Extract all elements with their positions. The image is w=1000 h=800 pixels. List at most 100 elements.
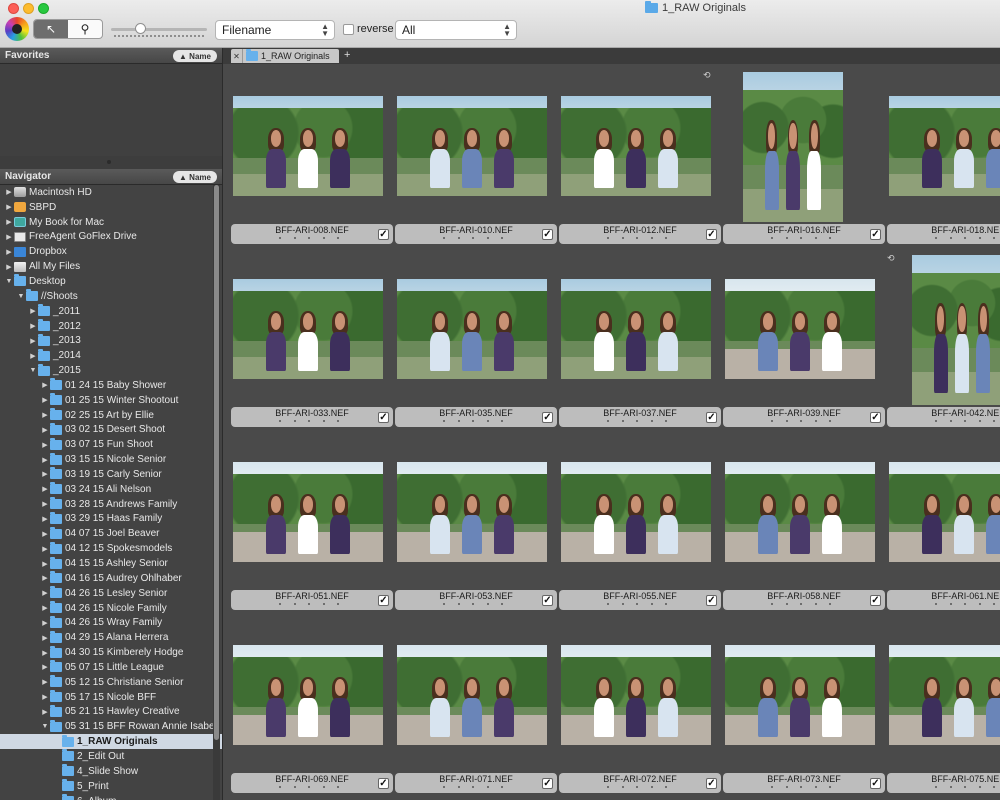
photo-thumbnail[interactable] (912, 255, 1000, 405)
tree-item[interactable]: ▶ My Book for Mac (0, 215, 222, 230)
select-checkbox[interactable]: ✓ (706, 229, 717, 240)
rating-stars[interactable] (279, 419, 339, 423)
photo-thumbnail[interactable] (233, 645, 383, 745)
tree-item[interactable]: ▶ SBPD (0, 200, 222, 215)
photo-thumbnail[interactable] (561, 96, 711, 196)
disclosure-collapsed-icon[interactable]: ▶ (40, 589, 50, 597)
tree-item[interactable]: ▶ 04 16 15 Audrey Ohlhaber (0, 571, 222, 586)
photo-thumbnail[interactable] (233, 462, 383, 562)
select-checkbox[interactable]: ✓ (378, 412, 389, 423)
rating-stars[interactable] (279, 785, 339, 789)
thumbnail-caption[interactable]: BFF-ARI-058.NEF ✓ (723, 590, 885, 610)
disclosure-collapsed-icon[interactable]: ▶ (40, 574, 50, 582)
photo-thumbnail[interactable] (397, 279, 547, 379)
tree-item[interactable]: ▶1_RAW Originals (0, 734, 222, 750)
photo-thumbnail[interactable] (397, 645, 547, 745)
tree-item[interactable]: ▶ 03 28 15 Andrews Family (0, 497, 222, 512)
tree-item[interactable]: ▶ 01 25 15 Winter Shootout (0, 393, 222, 408)
disclosure-expanded-icon[interactable]: ▼ (16, 293, 26, 300)
tree-item[interactable]: ▶ _2014 (0, 348, 222, 363)
tree-item[interactable]: ▼ //Shoots (0, 289, 222, 304)
disclosure-collapsed-icon[interactable]: ▶ (28, 337, 38, 345)
tree-item[interactable]: ▶ 03 15 15 Nicole Senior (0, 452, 222, 467)
thumbnail-cell[interactable]: BFF-ARI-018.NEF (887, 72, 1000, 254)
thumbnail-caption[interactable]: BFF-ARI-018.NEF (887, 224, 1000, 244)
photo-thumbnail[interactable] (889, 96, 1000, 196)
tree-item[interactable]: ▶ Macintosh HD (0, 185, 222, 200)
disclosure-collapsed-icon[interactable]: ▶ (40, 470, 50, 478)
thumbnail-caption[interactable]: BFF-ARI-008.NEF ✓ (231, 224, 393, 244)
rating-stars[interactable] (607, 785, 667, 789)
close-window-button[interactable] (8, 3, 19, 14)
thumbnail-cell[interactable]: BFF-ARI-053.NEF ✓ (395, 438, 559, 620)
select-checkbox[interactable]: ✓ (378, 595, 389, 606)
thumbnail-caption[interactable]: BFF-ARI-053.NEF ✓ (395, 590, 557, 610)
thumbnail-cell[interactable]: BFF-ARI-075.NEF (887, 621, 1000, 800)
disclosure-collapsed-icon[interactable]: ▶ (40, 381, 50, 389)
tree-item[interactable]: ▼ _2015 (0, 363, 222, 378)
disclosure-collapsed-icon[interactable]: ▶ (40, 545, 50, 553)
disclosure-collapsed-icon[interactable]: ▶ (40, 560, 50, 568)
thumbnail-cell[interactable]: BFF-ARI-037.NEF ✓ (559, 255, 723, 437)
thumbnail-caption[interactable]: BFF-ARI-075.NEF (887, 773, 1000, 793)
disclosure-collapsed-icon[interactable]: ▶ (40, 663, 50, 671)
rating-stars[interactable] (443, 419, 503, 423)
rotate-icon[interactable]: ⟲ (887, 253, 895, 264)
rating-stars[interactable] (279, 236, 339, 240)
photo-thumbnail[interactable] (397, 462, 547, 562)
tree-item[interactable]: ▶ 04 26 15 Wray Family (0, 615, 222, 630)
tree-item[interactable]: ▶ 04 29 15 Alana Herrera (0, 630, 222, 645)
photo-thumbnail[interactable] (233, 96, 383, 196)
disclosure-collapsed-icon[interactable]: ▶ (40, 485, 50, 493)
rating-stars[interactable] (935, 785, 995, 789)
photo-thumbnail[interactable] (889, 645, 1000, 745)
disclosure-collapsed-icon[interactable]: ▶ (40, 456, 50, 464)
slider-knob[interactable] (134, 23, 146, 34)
tree-item[interactable]: ▶ 04 15 15 Ashley Senior (0, 556, 222, 571)
tree-item[interactable]: ▶ 04 30 15 Kimberely Hodge (0, 645, 222, 660)
close-tab-icon[interactable]: ✕ (231, 49, 243, 63)
tree-item[interactable]: ▼ 05 31 15 BFF Rowan Annie Isabe (0, 719, 222, 734)
disclosure-collapsed-icon[interactable]: ▶ (4, 233, 14, 241)
select-checkbox[interactable]: ✓ (542, 412, 553, 423)
thumbnail-cell[interactable]: ⟲ BFF-ARI-016.NEF ✓ (703, 70, 887, 254)
disclosure-collapsed-icon[interactable]: ▶ (4, 218, 14, 226)
select-checkbox[interactable]: ✓ (542, 778, 553, 789)
rating-stars[interactable] (935, 236, 995, 240)
photo-thumbnail[interactable] (561, 645, 711, 745)
select-checkbox[interactable]: ✓ (870, 595, 881, 606)
disclosure-collapsed-icon[interactable]: ▶ (28, 352, 38, 360)
disclosure-collapsed-icon[interactable]: ▶ (4, 248, 14, 256)
tree-item[interactable]: ▶ 05 21 15 Hawley Creative (0, 704, 222, 720)
photo-thumbnail[interactable] (725, 645, 875, 745)
thumbnail-size-slider[interactable] (111, 23, 207, 34)
select-checkbox[interactable]: ✓ (870, 229, 881, 240)
photo-thumbnail[interactable] (561, 279, 711, 379)
disclosure-collapsed-icon[interactable]: ▶ (4, 188, 14, 196)
tree-item[interactable]: ▶ 02 25 15 Art by Ellie (0, 408, 222, 423)
rating-stars[interactable] (443, 785, 503, 789)
disclosure-collapsed-icon[interactable]: ▶ (40, 515, 50, 523)
tree-item[interactable]: ▶ 03 29 15 Haas Family (0, 511, 222, 527)
sort-select[interactable]: Filename ▲ ▼ (215, 20, 335, 40)
disclosure-collapsed-icon[interactable]: ▶ (40, 411, 50, 419)
tree-item[interactable]: ▶ 03 02 15 Desert Shoot (0, 422, 222, 438)
add-tab-button[interactable]: + (344, 49, 350, 61)
favorites-sort-button[interactable]: ▲ Name (173, 50, 217, 62)
thumbnail-caption[interactable]: BFF-ARI-055.NEF ✓ (559, 590, 721, 610)
select-checkbox[interactable]: ✓ (378, 778, 389, 789)
tree-item[interactable]: ▶ 03 24 15 Ali Nelson (0, 482, 222, 497)
thumbnail-cell[interactable]: BFF-ARI-008.NEF ✓ (231, 72, 395, 254)
rating-stars[interactable] (443, 236, 503, 240)
disclosure-collapsed-icon[interactable]: ▶ (40, 530, 50, 538)
select-checkbox[interactable]: ✓ (870, 778, 881, 789)
photo-thumbnail[interactable] (725, 462, 875, 562)
filter-select[interactable]: All ▲ ▼ (395, 20, 517, 40)
disclosure-collapsed-icon[interactable]: ▶ (40, 441, 50, 449)
disclosure-collapsed-icon[interactable]: ▶ (40, 426, 50, 434)
thumbnail-cell[interactable]: BFF-ARI-051.NEF ✓ (231, 438, 395, 620)
tree-item[interactable]: ▶ 05 07 15 Little League (0, 660, 222, 675)
photo-thumbnail[interactable] (743, 72, 843, 222)
disclosure-expanded-icon[interactable]: ▼ (28, 367, 38, 374)
scrollbar-thumb[interactable] (214, 185, 219, 740)
